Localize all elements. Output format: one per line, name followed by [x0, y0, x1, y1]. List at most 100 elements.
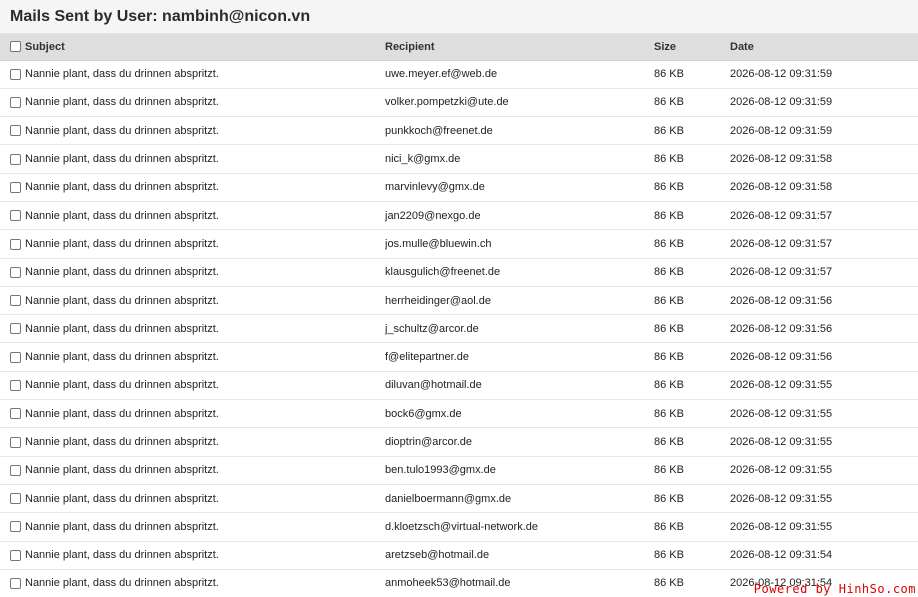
row-subject: Nannie plant, dass du drinnen abspritzt. — [25, 209, 219, 222]
row-date: 2026-08-12 09:31:57 — [730, 209, 833, 222]
table-row[interactable]: Nannie plant, dass du drinnen abspritzt.… — [0, 541, 918, 570]
row-checkbox[interactable] — [10, 436, 21, 448]
table-row[interactable]: Nannie plant, dass du drinnen abspritzt.… — [0, 117, 918, 145]
row-size: 86 KB — [654, 351, 684, 364]
row-subject: Nannie plant, dass du drinnen abspritzt. — [25, 549, 219, 562]
row-checkbox[interactable] — [10, 549, 21, 561]
row-checkbox[interactable] — [10, 323, 21, 335]
row-size: 86 KB — [654, 237, 684, 250]
row-check-cell — [0, 315, 25, 343]
row-date: 2026-08-12 09:31:59 — [730, 96, 833, 109]
table-row[interactable]: Nannie plant, dass du drinnen abspritzt.… — [0, 484, 918, 513]
row-checkbox[interactable] — [10, 493, 21, 505]
row-check-cell — [0, 569, 25, 597]
row-checkbox[interactable] — [10, 125, 21, 137]
table-row[interactable]: Nannie plant, dass du drinnen abspritzt.… — [0, 258, 918, 287]
row-subject: Nannie plant, dass du drinnen abspritzt. — [25, 181, 219, 194]
row-check-cell — [0, 173, 25, 201]
table-row[interactable]: Nannie plant, dass du drinnen abspritzt.… — [0, 513, 918, 542]
table-row[interactable]: Nannie plant, dass du drinnen abspritzt.… — [0, 400, 918, 428]
row-subject: Nannie plant, dass du drinnen abspritzt. — [25, 351, 219, 364]
row-checkbox[interactable] — [10, 181, 21, 193]
table-row[interactable]: Nannie plant, dass du drinnen abspritzt.… — [0, 230, 918, 259]
table-row[interactable]: Nannie plant, dass du drinnen abspritzt.… — [0, 145, 918, 174]
row-recipient: bock6@gmx.de — [385, 407, 462, 420]
row-subject: Nannie plant, dass du drinnen abspritzt. — [25, 492, 219, 505]
row-checkbox[interactable] — [10, 521, 21, 533]
select-all-checkbox[interactable] — [10, 41, 21, 53]
table-row[interactable]: Nannie plant, dass du drinnen abspritzt.… — [0, 286, 918, 315]
row-subject: Nannie plant, dass du drinnen abspritzt. — [25, 322, 219, 335]
row-size: 86 KB — [654, 577, 684, 590]
powered-by-brand[interactable]: Powered by HinhSo.com — [754, 582, 916, 596]
row-checkbox[interactable] — [10, 380, 21, 391]
row-size: 86 KB — [654, 294, 684, 307]
row-size: 86 KB — [654, 464, 684, 477]
row-date: 2026-08-12 09:31:55 — [730, 436, 833, 448]
table-row[interactable]: Nannie plant, dass du drinnen abspritzt.… — [0, 456, 918, 485]
header-date[interactable]: Date — [730, 34, 918, 61]
mail-table: Subject Recipient Size Date Nannie plant… — [0, 34, 918, 597]
row-subject: Nannie plant, dass du drinnen abspritzt. — [25, 237, 219, 250]
row-recipient: volker.pompetzki@ute.de — [385, 96, 509, 109]
row-checkbox[interactable] — [10, 68, 21, 80]
table-row[interactable]: Nannie plant, dass du drinnen abspritzt.… — [0, 343, 918, 372]
row-check-cell — [0, 371, 25, 399]
row-recipient: diluvan@hotmail.de — [385, 379, 482, 392]
row-recipient: anmoheek53@hotmail.de — [385, 577, 511, 590]
row-check-cell — [0, 230, 25, 258]
table-row[interactable]: Nannie plant, dass du drinnen abspritzt.… — [0, 173, 918, 202]
header-recipient[interactable]: Recipient — [385, 34, 654, 61]
row-recipient: klausgulich@freenet.de — [385, 266, 501, 279]
row-checkbox[interactable] — [10, 238, 21, 250]
row-checkbox[interactable] — [10, 578, 21, 590]
row-size: 86 KB — [654, 492, 684, 505]
table-row[interactable]: Nannie plant, dass du drinnen abspritzt.… — [0, 88, 918, 117]
row-date: 2026-08-12 09:31:55 — [730, 464, 833, 477]
row-recipient: nici_k@gmx.de — [385, 153, 461, 166]
row-checkbox[interactable] — [10, 266, 21, 278]
row-subject: Nannie plant, dass du drinnen abspritzt. — [25, 68, 219, 81]
row-check-cell — [0, 343, 25, 371]
row-check-cell — [0, 258, 25, 286]
row-size: 86 KB — [654, 322, 684, 335]
header-size[interactable]: Size — [654, 34, 730, 61]
table-row[interactable]: Nannie plant, dass du drinnen abspritzt.… — [0, 60, 918, 89]
row-size: 86 KB — [654, 181, 684, 194]
row-recipient: marvinlevy@gmx.de — [385, 181, 485, 194]
title-bar: Mails Sent by User: nambinh@nicon.vn — [0, 0, 918, 34]
table-row[interactable]: Nannie plant, dass du drinnen abspritzt.… — [0, 201, 918, 230]
row-date: 2026-08-12 09:31:55 — [730, 492, 833, 505]
row-check-cell — [0, 117, 25, 145]
row-date: 2026-08-12 09:31:56 — [730, 322, 833, 335]
row-checkbox[interactable] — [10, 153, 21, 165]
table-row[interactable]: Nannie plant, dass du drinnen abspritzt.… — [0, 428, 918, 457]
header-subject[interactable]: Subject — [25, 34, 385, 61]
row-date: 2026-08-12 09:31:55 — [730, 407, 833, 420]
row-date: 2026-08-12 09:31:58 — [730, 181, 833, 194]
table-row[interactable]: Nannie plant, dass du drinnen abspritzt.… — [0, 371, 918, 400]
row-date: 2026-08-12 09:31:57 — [730, 237, 833, 250]
row-date: 2026-08-12 09:31:55 — [730, 379, 833, 392]
row-checkbox[interactable] — [10, 464, 21, 476]
row-check-cell — [0, 541, 25, 569]
mail-rows: Nannie plant, dass du drinnen abspritzt.… — [0, 60, 918, 597]
row-check-cell — [0, 201, 25, 229]
row-subject: Nannie plant, dass du drinnen abspritzt. — [25, 379, 219, 392]
row-date: 2026-08-12 09:31:54 — [730, 549, 833, 562]
select-all-cell — [0, 34, 25, 61]
row-checkbox[interactable] — [10, 210, 21, 222]
row-recipient: ben.tulo1993@gmx.de — [385, 464, 496, 477]
row-recipient: jan2209@nexgo.de — [385, 209, 481, 222]
row-checkbox[interactable] — [10, 408, 21, 420]
row-date: 2026-08-12 09:31:57 — [730, 266, 833, 279]
row-checkbox[interactable] — [10, 351, 21, 363]
table-row[interactable]: Nannie plant, dass du drinnen abspritzt.… — [0, 315, 918, 343]
row-checkbox[interactable] — [10, 97, 21, 109]
row-recipient: j_schultz@arcor.de — [385, 322, 479, 335]
row-recipient: d.kloetzsch@virtual-network.de — [385, 520, 539, 533]
page-title: Mails Sent by User: nambinh@nicon.vn — [10, 7, 311, 25]
row-subject: Nannie plant, dass du drinnen abspritzt. — [25, 520, 219, 533]
row-check-cell — [0, 484, 25, 512]
row-checkbox[interactable] — [10, 295, 21, 307]
